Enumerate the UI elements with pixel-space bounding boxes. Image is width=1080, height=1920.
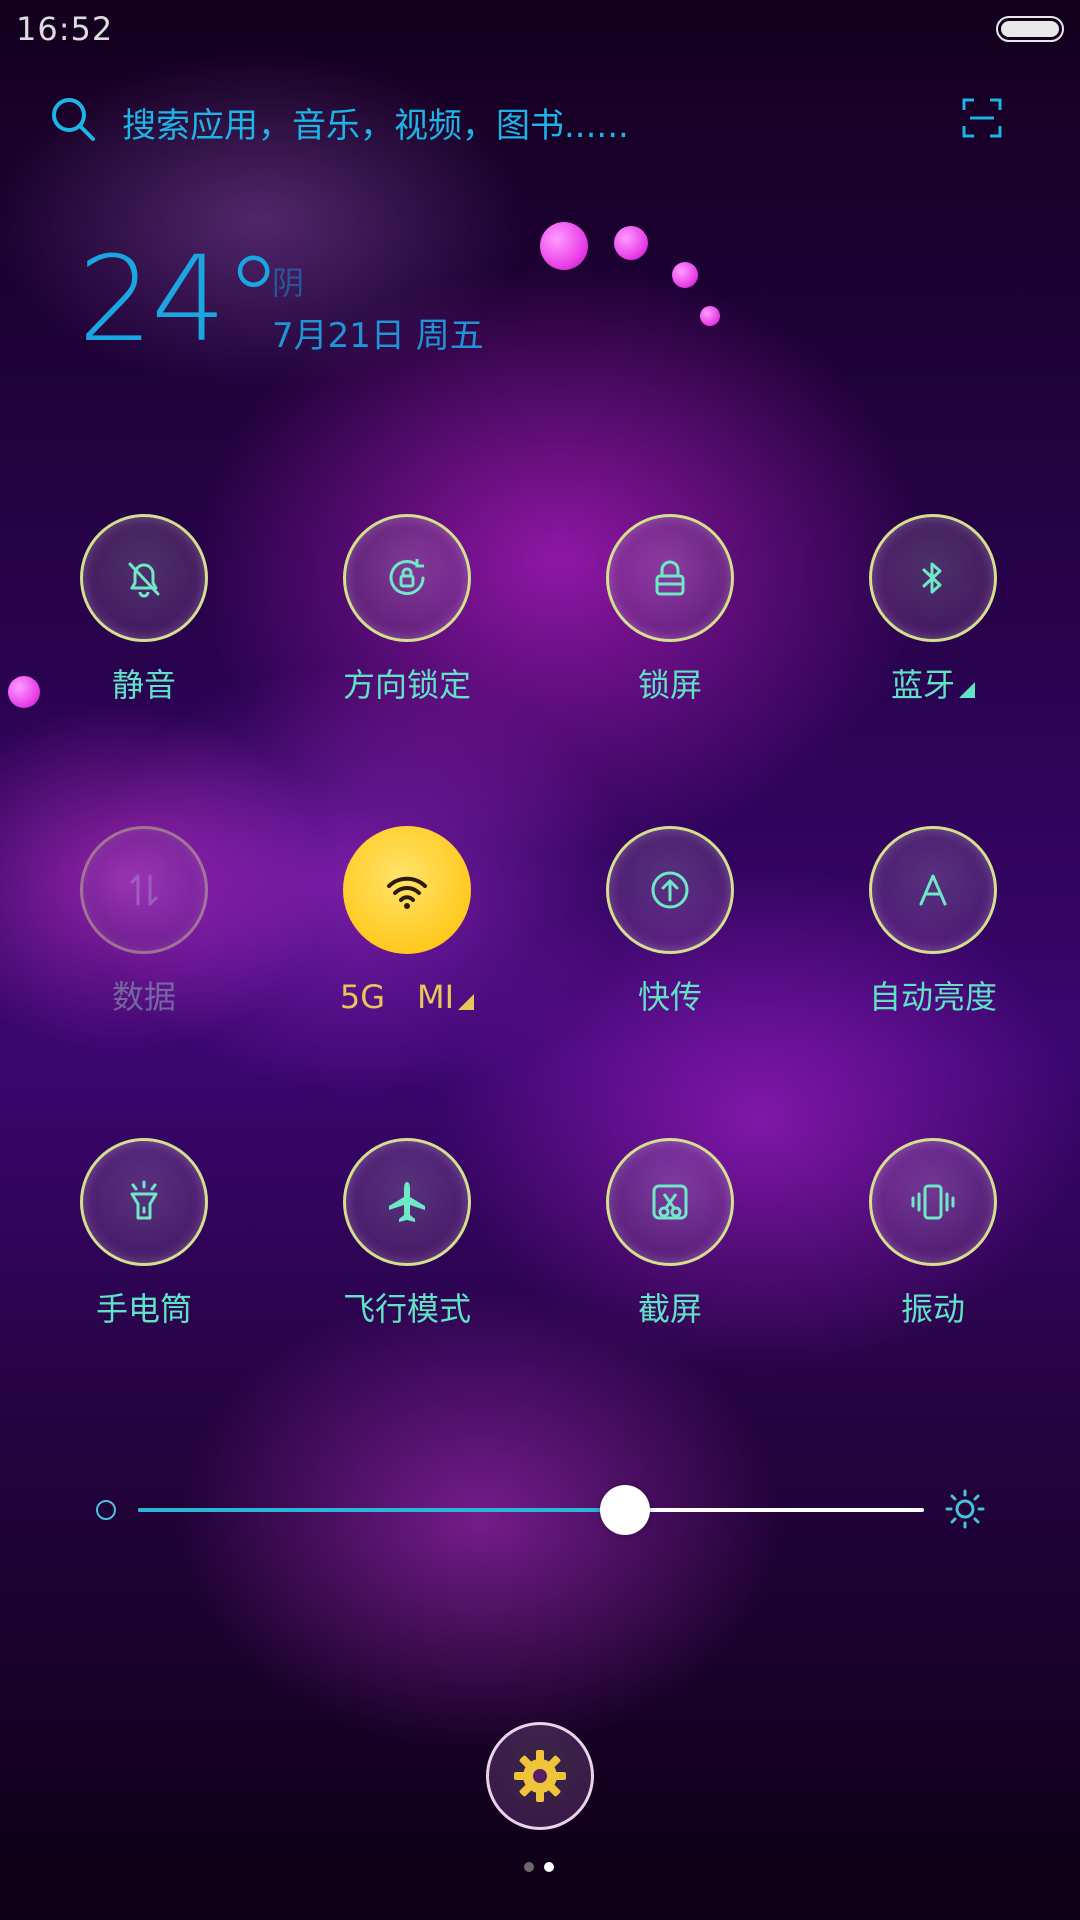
settings-button[interactable] xyxy=(486,1722,594,1830)
submenu-caret-icon[interactable] xyxy=(458,994,475,1010)
scan-icon[interactable] xyxy=(962,98,1002,138)
screenshot-button[interactable] xyxy=(606,1138,734,1266)
tile-label: 飞行模式 xyxy=(342,1290,471,1328)
brightness-high-icon xyxy=(945,1489,985,1529)
wifi-button[interactable] xyxy=(343,826,471,954)
lock-screen-button[interactable] xyxy=(606,514,734,642)
tile-airplane-mode[interactable]: 飞行模式 xyxy=(307,1138,507,1358)
flashlight-button[interactable] xyxy=(80,1138,208,1266)
mobile-data-button[interactable] xyxy=(80,826,208,954)
silent-button[interactable] xyxy=(80,514,208,642)
tile-label: 截屏 xyxy=(637,1290,702,1328)
wallpaper-bubble xyxy=(614,226,648,260)
page-indicator xyxy=(524,1862,556,1874)
tile-label: 振动 xyxy=(900,1290,965,1328)
tile-label: 静音 xyxy=(111,666,176,704)
weather-condition: 阴 xyxy=(272,264,305,302)
tile-label: 自动亮度 xyxy=(868,978,997,1016)
rotation-lock-button[interactable] xyxy=(343,514,471,642)
tile-vibrate[interactable]: 振动 xyxy=(833,1138,1033,1358)
tile-silent[interactable]: 静音 xyxy=(44,514,244,734)
tile-label: 5G MI xyxy=(287,972,527,1018)
tile-rotation-lock[interactable]: 方向锁定 xyxy=(307,514,507,734)
brightness-slider[interactable] xyxy=(138,1485,924,1535)
bluetooth-icon xyxy=(922,562,942,594)
wallpaper-bubble xyxy=(540,222,588,270)
status-time: 16:52 xyxy=(16,10,114,48)
tile-bluetooth[interactable]: 蓝牙 xyxy=(833,514,1033,734)
tile-lock-screen[interactable]: 锁屏 xyxy=(570,514,770,734)
gear-icon xyxy=(514,1750,566,1802)
tile-wifi[interactable]: 5G MI xyxy=(307,826,507,1046)
wallpaper-bubble xyxy=(700,306,720,326)
tile-label: 手电筒 xyxy=(95,1290,192,1328)
bluetooth-button[interactable] xyxy=(869,514,997,642)
search-bar[interactable]: 搜索应用，音乐，视频，图书...... xyxy=(50,90,1040,150)
tile-label: 锁屏 xyxy=(637,666,702,704)
submenu-caret-icon[interactable] xyxy=(959,682,975,698)
auto-brightness-button[interactable] xyxy=(869,826,997,954)
tile-label: 方向锁定 xyxy=(342,666,471,704)
quick-share-button[interactable] xyxy=(606,826,734,954)
weather-date: 7月21日 周五 xyxy=(272,316,484,356)
bell-off-icon xyxy=(128,562,160,598)
wallpaper-bubble xyxy=(672,262,698,288)
tile-label: 快传 xyxy=(637,978,702,1016)
brightness-slider-fill xyxy=(138,1508,626,1512)
vibrate-button[interactable] xyxy=(869,1138,997,1266)
tile-flashlight[interactable]: 手电筒 xyxy=(44,1138,244,1358)
tile-label: 数据 xyxy=(111,978,176,1016)
search-icon xyxy=(52,98,95,141)
tile-screenshot[interactable]: 截屏 xyxy=(570,1138,770,1358)
brightness-slider-thumb[interactable] xyxy=(600,1485,651,1535)
tile-mobile-data[interactable]: 数据 xyxy=(44,826,244,1046)
airplane-mode-button[interactable] xyxy=(343,1138,471,1266)
page-dot[interactable] xyxy=(524,1862,534,1872)
battery-icon xyxy=(996,16,1064,42)
auto-brightness-icon xyxy=(919,874,947,906)
tile-label: 蓝牙 xyxy=(813,660,1053,706)
wifi-icon xyxy=(387,876,427,909)
screenshot-icon xyxy=(652,1184,688,1220)
brightness-low-icon xyxy=(96,1500,116,1520)
vibrate-icon xyxy=(911,1184,955,1220)
weather-temperature: 24° xyxy=(78,230,283,368)
mobile-data-icon xyxy=(130,874,158,906)
rotation-lock-icon xyxy=(389,559,425,595)
flashlight-icon xyxy=(130,1180,158,1220)
tile-quick-share[interactable]: 快传 xyxy=(570,826,770,1046)
page-dot-active[interactable] xyxy=(544,1862,554,1872)
tile-auto-brightness[interactable]: 自动亮度 xyxy=(833,826,1033,1046)
search-input[interactable]: 搜索应用，音乐，视频，图书...... xyxy=(122,98,629,147)
lock-icon xyxy=(655,560,685,596)
airplane-icon xyxy=(389,1182,425,1222)
quick-share-icon xyxy=(651,871,689,909)
